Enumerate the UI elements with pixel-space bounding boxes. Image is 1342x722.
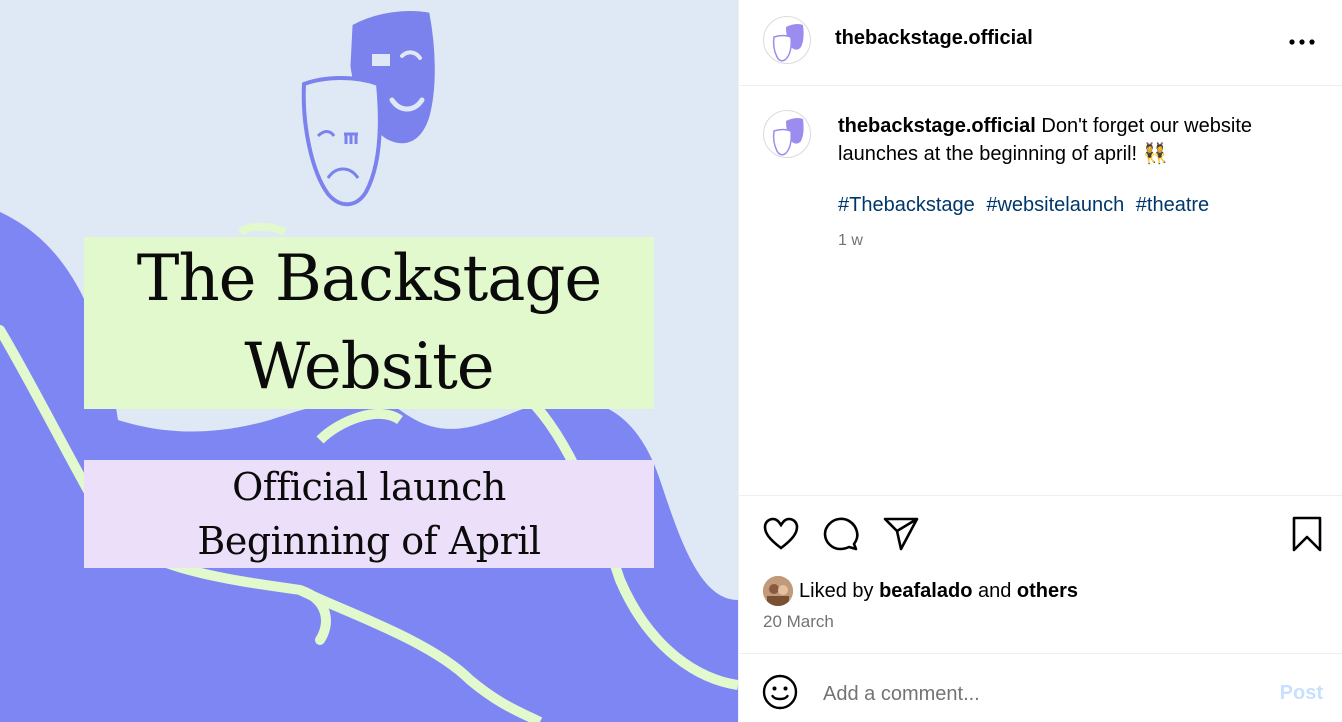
hashtag-link[interactable]: #theatre <box>1136 194 1209 216</box>
subtitle-box: Official launch Beginning of April <box>84 460 654 568</box>
liked-prefix: Liked by <box>799 579 880 602</box>
liked-and: and <box>972 579 1017 602</box>
theatre-masks-icon <box>772 117 804 156</box>
post-subtitle-line-1: Official launch <box>232 465 506 509</box>
post-date: 20 March <box>763 612 834 631</box>
hashtag-link[interactable]: #Thebackstage <box>838 194 975 216</box>
post-subtitle-line-2: Beginning of April <box>197 519 541 563</box>
comment-input[interactable] <box>823 677 1243 711</box>
comment-bar: Post <box>739 655 1342 722</box>
caption-text: thebackstage.official Don't forget our w… <box>838 112 1308 168</box>
post-comment-button[interactable]: Post <box>1280 682 1323 705</box>
share-icon[interactable] <box>881 514 921 554</box>
theatre-masks-icon <box>772 23 804 62</box>
theatre-masks-icon <box>301 11 435 207</box>
comment-icon[interactable] <box>821 514 861 554</box>
time-ago: 1 w <box>838 232 863 249</box>
liked-user-link[interactable]: beafalado <box>879 580 972 603</box>
post-header: thebackstage.official <box>739 0 1342 86</box>
hashtags: #Thebackstage #websitelaunch #theatre <box>838 194 1215 217</box>
avatar[interactable] <box>763 576 793 606</box>
caption-username[interactable]: thebackstage.official <box>838 115 1036 137</box>
post-title-line-1: The Backstage <box>136 242 602 316</box>
bookmark-icon[interactable] <box>1287 514 1327 554</box>
more-options-icon[interactable] <box>1287 30 1317 54</box>
post-title-line-2: Website <box>244 330 494 404</box>
heart-icon[interactable] <box>761 514 801 554</box>
title-box: The Backstage Website <box>84 237 654 409</box>
post-image: The Backstage Website Official launch Be… <box>0 0 738 722</box>
avatar[interactable] <box>763 16 811 64</box>
post-panel: thebackstage.official thebackstage.offic… <box>738 0 1342 722</box>
emoji-icon[interactable] <box>761 673 799 711</box>
hashtag-link[interactable]: #websitelaunch <box>986 194 1124 216</box>
user-photo-icon <box>763 576 793 606</box>
header-username[interactable]: thebackstage.official <box>835 27 1033 50</box>
liked-by: Liked by beafalado and others <box>763 576 1078 606</box>
caption-area: thebackstage.official Don't forget our w… <box>739 86 1342 496</box>
actions-bar: Liked by beafalado and others 20 March <box>739 496 1342 654</box>
liked-others-link[interactable]: others <box>1017 580 1078 603</box>
caption-avatar[interactable] <box>763 110 811 158</box>
